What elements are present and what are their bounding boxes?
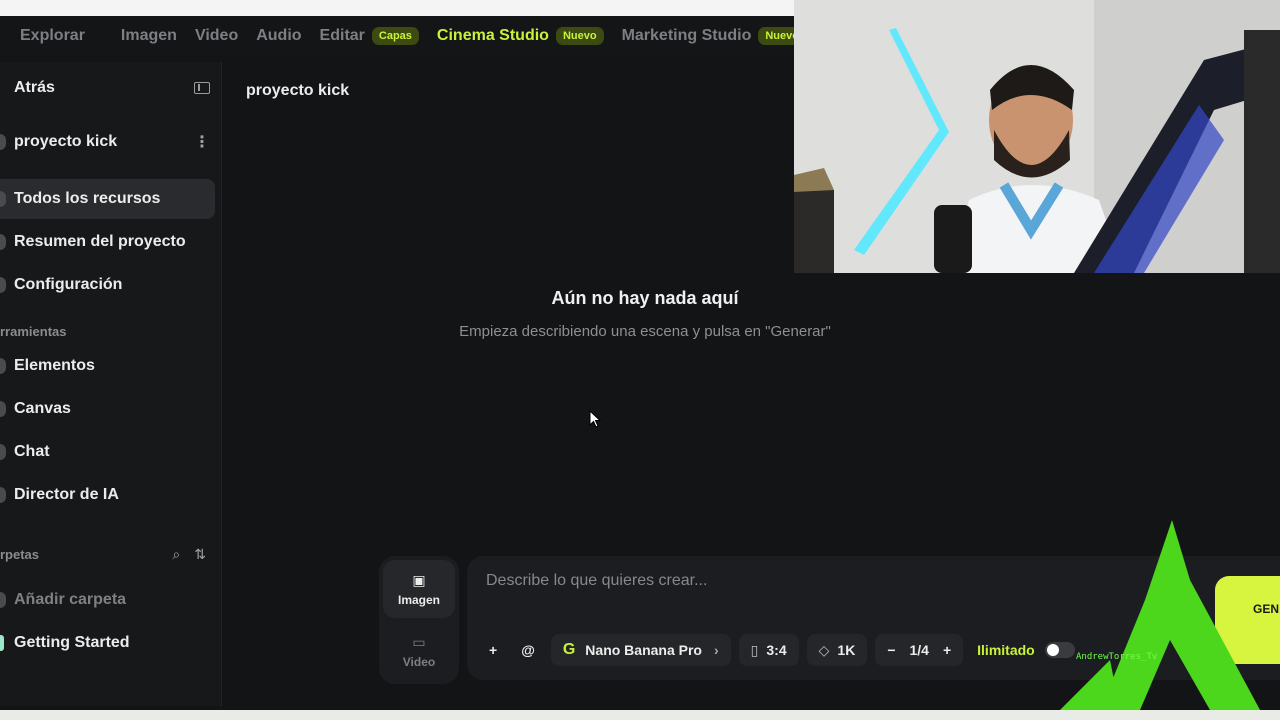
nav-label: Video [194,27,239,44]
logo-overlay [1060,520,1260,710]
mouse-cursor-icon [589,410,601,428]
nav-label: Cinema Studio [436,27,549,44]
resolution-label: 1K [837,642,856,658]
nav-cinema-studio[interactable]: Cinema Studio Nuevo [437,27,604,45]
mention-icon[interactable]: @ [513,634,543,666]
more-options-icon[interactable]: ⋮ [194,132,210,152]
folders-header: rpetas ⌕ ⇅ [0,546,206,563]
mode-label: Video [402,654,436,669]
back-row: Atrás [14,79,210,97]
sidebar-item-canvas[interactable]: Canvas [0,389,215,429]
nav-label: Marketing Studio [621,27,752,44]
item-marker [0,191,6,207]
nav-label: Audio [256,27,302,44]
folder-item-getting-started[interactable]: Getting Started [0,623,215,663]
nav-marketing-studio[interactable]: Marketing Studio Nuevo [622,27,794,45]
channel-watermark: AndrewTorres_Tv [1076,652,1158,662]
sidebar-item-todos-los-recursos[interactable]: Todos los recursos [0,179,215,219]
nav-audio[interactable]: Audio [256,27,301,45]
nav-explorar[interactable]: Explorar [20,27,85,45]
video-icon: ▭ [412,633,426,650]
empty-state-title: Aún no hay nada aquí [551,288,739,308]
composer-toolbar: + @ G Nano Banana Pro › ▯ 3:4 ◇ 1K − 1/4… [481,634,1075,666]
increment-button[interactable]: + [943,642,951,658]
sidebar: Atrás proyecto kick ⋮ Todos los recursos… [0,62,222,706]
project-avatar [0,134,6,150]
sidebar-item-label: Elementos [14,357,95,374]
aspect-ratio-selector[interactable]: ▯ 3:4 [738,634,799,666]
webcam-scene [794,0,1280,273]
prompt-input[interactable]: Describe lo que quieres crear... [486,572,707,590]
mode-switch: ▣ Imagen ▭ Video [379,556,459,684]
sidebar-toggle-icon[interactable] [194,82,210,94]
project-name: proyecto kick [14,133,118,150]
nav-label: Imagen [120,27,177,44]
empty-state-subtitle: Empieza describiendo una escena y pulsa … [459,323,831,340]
bottom-strip [0,710,1280,720]
nav-video[interactable]: Video [195,27,238,45]
sidebar-item-label: Todos los recursos [14,190,161,207]
sidebar-item-label: Canvas [14,400,71,417]
image-icon: ▣ [412,571,426,588]
aspect-label: 3:4 [766,642,787,658]
item-marker [0,358,6,374]
model-label: Nano Banana Pro [585,642,702,658]
nav-label: Editar [319,27,365,44]
sidebar-item-chat[interactable]: Chat [0,432,215,472]
search-icon[interactable]: ⌕ [172,546,180,563]
project-row[interactable]: proyecto kick ⋮ [0,132,210,152]
sidebar-item-resumen[interactable]: Resumen del proyecto [0,222,215,262]
ratio-icon: ▯ [750,641,759,658]
model-selector[interactable]: G Nano Banana Pro › [550,634,731,666]
sort-icon[interactable]: ⇅ [194,546,206,563]
resolution-selector[interactable]: ◇ 1K [806,634,868,666]
top-nav: Explorar Imagen Video Audio Editar Capas … [0,16,794,56]
mode-imagen[interactable]: ▣ Imagen [383,560,455,618]
browser-strip [0,0,794,16]
decrement-button[interactable]: − [887,642,895,658]
item-marker [0,592,6,608]
model-logo-icon: G [562,641,576,658]
item-marker [0,234,6,250]
badge-capas: Capas [371,27,419,45]
folder-marker [0,635,4,651]
add-folder-button[interactable]: Añadir carpeta [0,580,215,620]
section-carpetas: rpetas [0,547,40,562]
folder-label: Getting Started [14,634,130,651]
nav-imagen[interactable]: Imagen [121,27,177,45]
sidebar-item-label: Chat [14,443,50,460]
item-marker [0,487,6,503]
badge-nuevo: Nuevo [758,27,794,45]
item-marker [0,444,6,460]
nav-editar[interactable]: Editar Capas [320,27,419,45]
badge-nuevo: Nuevo [555,27,604,45]
count-label: 1/4 [909,642,929,658]
tag-icon: ◇ [818,641,830,658]
back-button[interactable]: Atrás [14,79,55,97]
nav-label: Explorar [20,27,85,44]
count-stepper: − 1/4 + [875,634,964,666]
webcam-overlay [794,0,1280,273]
sidebar-item-label: Resumen del proyecto [14,233,186,250]
sidebar-item-elementos[interactable]: Elementos [0,346,215,386]
mode-video[interactable]: ▭ Video [383,622,455,680]
chevron-right-icon: › [714,642,719,658]
add-icon[interactable]: + [481,634,505,666]
unlimited-label: Ilimitado [977,642,1035,658]
mode-label: Imagen [397,592,440,607]
add-folder-label: Añadir carpeta [14,591,127,608]
breadcrumb: proyecto kick [246,82,350,99]
sidebar-item-label: Director de IA [14,486,119,503]
sidebar-item-director-de-ia[interactable]: Director de IA [0,475,215,515]
item-marker [0,401,6,417]
